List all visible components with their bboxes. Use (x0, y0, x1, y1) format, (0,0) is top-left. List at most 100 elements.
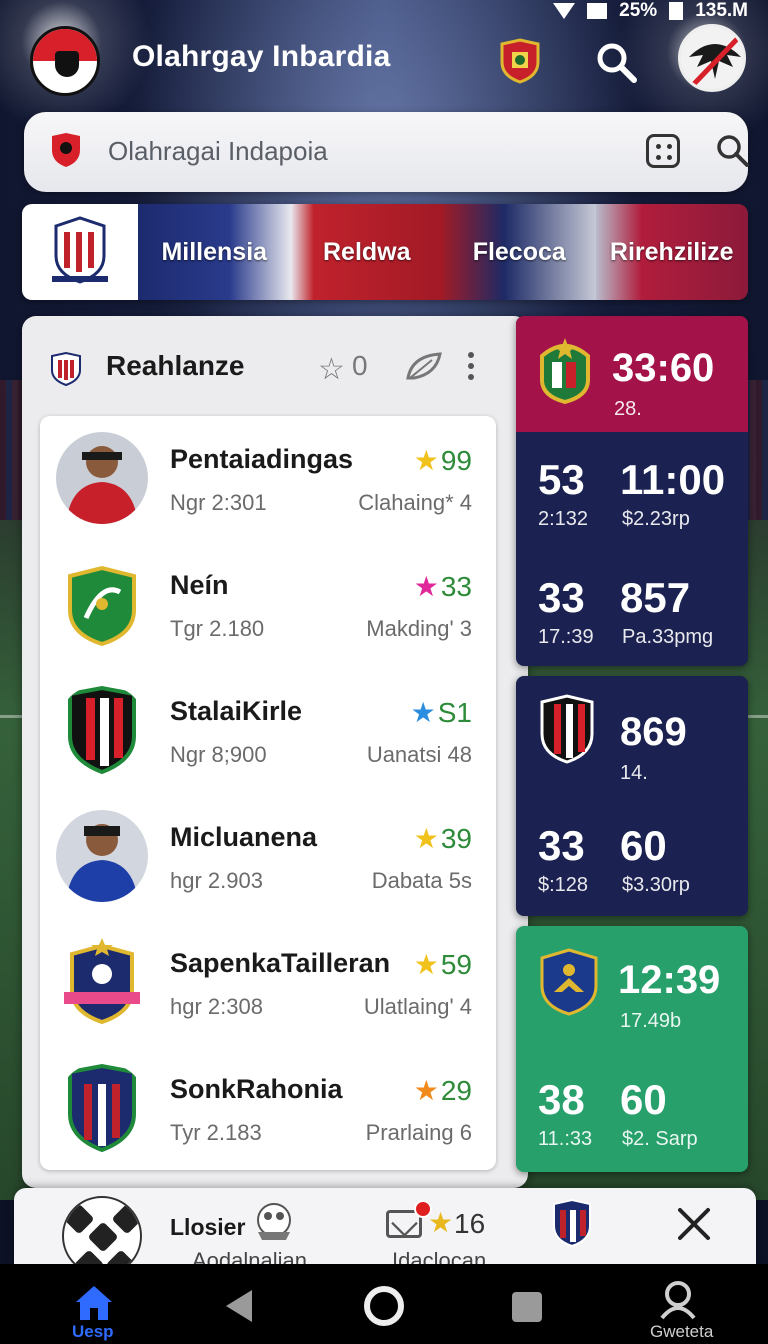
score-panel-2-score: 869 (620, 710, 687, 754)
score-row-2-right: 857 (620, 574, 691, 621)
tab-flecoca[interactable]: Flecoca (443, 204, 596, 300)
rating-star-icon: ★ (413, 571, 439, 602)
search-label[interactable]: Gweteta (650, 1322, 713, 1342)
star-count: 16 (454, 1208, 486, 1239)
shield-icon (52, 133, 80, 167)
list-item[interactable]: Pentaiadingas Ngr 2:301 ★99 Clahaing* 4 (40, 416, 496, 542)
rating-star-icon: ★ (413, 823, 439, 854)
team-meta: hgr 2.903 (170, 868, 263, 893)
crest-blue-gold-icon (540, 948, 598, 1016)
score-panel-3-score: 12:39 (618, 958, 721, 1002)
team-rating: ★S1 (411, 696, 472, 729)
system-nav-bar: Uesp Gweteta (0, 1264, 768, 1344)
back-icon[interactable] (226, 1290, 252, 1322)
nav-search-icon[interactable] (656, 1278, 700, 1322)
rating-value: 39 (440, 823, 472, 854)
score-panel-1-sub: 28. (614, 398, 642, 420)
crest-redblack-icon (540, 694, 594, 764)
team-badge (56, 810, 148, 902)
search-bar (24, 112, 750, 192)
list-item[interactable]: SonkRahonia Tyr 2.183 ★29 Prarlaing 6 (40, 1046, 496, 1172)
score-row-1-left: 53 (538, 456, 585, 503)
tab-rirehzilize[interactable]: Rirehzilize (595, 204, 748, 300)
team-meta: hgr 2:308 (170, 994, 263, 1019)
wifi-icon (553, 3, 576, 19)
team-rating: ★39 (414, 822, 472, 855)
score-panel-3[interactable]: 12:39 17.49b 38 11.:33 60 $2. Sarp (516, 926, 748, 1172)
score-panel-3-left: 38 (538, 1076, 585, 1123)
rating-value: 33 (440, 571, 472, 602)
list-item[interactable]: Neín Tgr 2.180 ★33 Makding' 3 (40, 542, 496, 668)
score-panel-2-left-sub: $:128 (538, 874, 589, 896)
team-status: Prarlaing 6 (365, 1120, 472, 1145)
home-icon[interactable] (72, 1282, 116, 1322)
score-panel-2[interactable]: 869 14. 33 $:128 60 $3.30rp (516, 676, 748, 916)
score-panel-2-left: 33 (538, 822, 585, 869)
star-icon: ★ (428, 1207, 454, 1238)
team-badge (56, 1062, 148, 1154)
clock: 135.M (695, 0, 748, 21)
scan-icon[interactable] (646, 134, 680, 168)
signal-icon (587, 3, 608, 19)
owl-crest-icon[interactable] (250, 1198, 298, 1244)
rating-star-icon: ★ (413, 1075, 439, 1106)
close-icon[interactable] (674, 1204, 714, 1244)
card-crest-icon (51, 352, 81, 386)
team-rating: ★99 (414, 444, 472, 477)
team-status: Dabata 5s (371, 868, 472, 893)
team-name: Neín (170, 570, 229, 600)
score-panel-3-left-sub: 11.:33 (538, 1128, 593, 1150)
score-panel-1-score: 33:60 (612, 346, 715, 390)
score-row-2-right-sub: Pa.33pmg (622, 626, 714, 648)
score-row-2-left-sub: 17.:39 (538, 626, 594, 648)
team-rating: ★59 (414, 948, 472, 981)
team-meta: Tyr 2.183 (170, 1120, 262, 1145)
home-button-icon[interactable] (364, 1286, 404, 1326)
standings-card: Reahlanze ☆ 0 Pentaiadingas Ngr 2:301 ★99 C… (22, 316, 528, 1188)
team-status: Clahaing* 4 (358, 490, 472, 515)
bottom-quick-panel: Llosier Aodalnalian ★ 16 Idaclocan (14, 1188, 756, 1268)
search-input[interactable] (108, 128, 588, 174)
soccer-ball-icon[interactable] (62, 1196, 142, 1268)
list-item[interactable]: Micluanena hgr 2.903 ★39 Dabata 5s (40, 794, 496, 920)
team-status: Uanatsi 48 (366, 742, 472, 767)
team-name: SapenkaTailleran (170, 948, 391, 978)
team-rating: ★29 (414, 1074, 472, 1107)
recents-icon[interactable] (512, 1292, 542, 1322)
team-rating: ★33 (414, 570, 472, 603)
team-meta: Ngr 8;900 (170, 742, 267, 767)
score-panel-1[interactable]: 33:60 28. 53 2:132 11:00 $2.23rp 33 17.:… (516, 316, 748, 666)
home-label[interactable]: Uesp (72, 1322, 114, 1342)
score-row-1-right: 11:00 (620, 456, 726, 503)
app-title: Olahrgay Inbardia (132, 40, 391, 73)
score-panel-2-right: 60 (620, 822, 667, 869)
card-title: Reahlanze (106, 350, 245, 381)
score-row-2-left: 33 (538, 574, 585, 621)
list-item[interactable]: SapenkaTailleran hgr 2:308 ★59 Ulatlaing' 4 (40, 920, 496, 1046)
list-item[interactable]: StalaiKirle Ngr 8;900 ★S1 Uanatsi 48 (40, 668, 496, 794)
rating-star-icon: ★ (410, 697, 436, 728)
profile-avatar[interactable] (678, 24, 746, 92)
tab-reldwa[interactable]: Reldwa (290, 204, 443, 300)
category-tabs: Millensia Reldwa Flecoca Rirehzilize (22, 204, 748, 300)
league-logo[interactable] (22, 204, 138, 300)
tab-millensia[interactable]: Millensia (138, 204, 291, 300)
rating-value: 99 (440, 445, 472, 476)
search-icon[interactable] (594, 40, 638, 84)
leaf-icon[interactable] (406, 352, 442, 382)
rating-value: 59 (440, 949, 472, 980)
app-logo[interactable] (30, 26, 100, 96)
rating-value: 29 (440, 1075, 472, 1106)
favorite-star-icon[interactable]: ☆ (318, 352, 345, 387)
team-list: Pentaiadingas Ngr 2:301 ★99 Clahaing* 4 Neín… (40, 416, 496, 1170)
more-options-icon[interactable] (468, 352, 476, 382)
eagle-icon (689, 35, 741, 87)
rating-star-icon: ★ (413, 949, 439, 980)
battery-level: 25% (619, 0, 658, 21)
status-bar: 25% 135.M (553, 0, 748, 22)
team-badge (56, 432, 148, 524)
score-panel-3-right-sub: $2. Sarp (622, 1128, 698, 1150)
search-submit-icon[interactable] (714, 132, 750, 168)
club-crest-icon[interactable] (498, 38, 542, 84)
club-shield-icon[interactable] (550, 1198, 594, 1248)
